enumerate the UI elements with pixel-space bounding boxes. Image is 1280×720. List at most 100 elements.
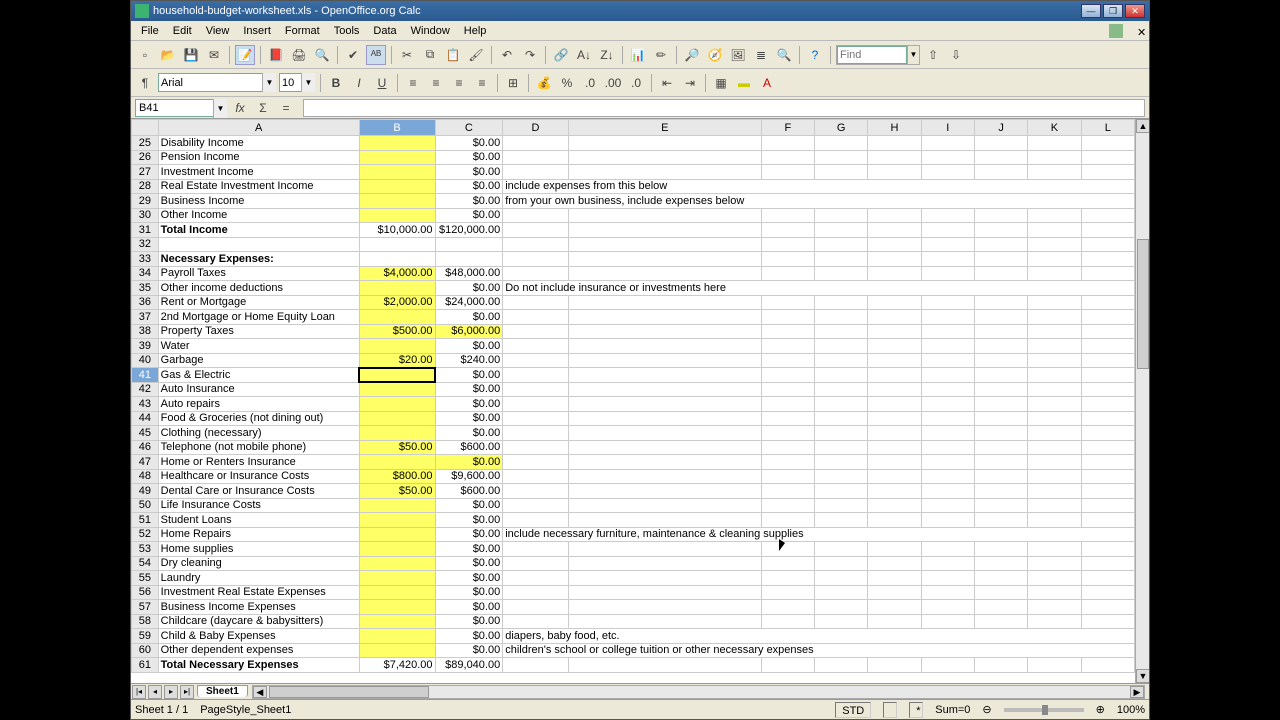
cell[interactable]: [761, 353, 814, 368]
table-row[interactable]: 55Laundry$0.00: [132, 571, 1135, 586]
cell[interactable]: [868, 658, 921, 673]
cell[interactable]: [568, 324, 761, 339]
table-row[interactable]: 47Home or Renters Insurance$0.00: [132, 455, 1135, 470]
cell[interactable]: [158, 237, 359, 252]
cell[interactable]: [503, 266, 569, 281]
cell[interactable]: [921, 324, 974, 339]
cell[interactable]: Property Taxes: [158, 324, 359, 339]
cell[interactable]: $0.00: [435, 208, 503, 223]
cell[interactable]: [868, 585, 921, 600]
cell[interactable]: $0.00: [435, 426, 503, 441]
cell[interactable]: $0.00: [435, 194, 503, 209]
row-header[interactable]: 47: [132, 455, 159, 470]
spellcheck-icon[interactable]: ✔: [343, 45, 363, 65]
cell[interactable]: [761, 498, 814, 513]
row-header[interactable]: 36: [132, 295, 159, 310]
cell[interactable]: [814, 513, 867, 528]
cell[interactable]: [1028, 237, 1081, 252]
align-left-icon[interactable]: ≡: [403, 73, 423, 93]
cell[interactable]: [974, 339, 1027, 354]
cell[interactable]: [814, 469, 867, 484]
cell[interactable]: [568, 223, 761, 238]
cell[interactable]: $0.00: [435, 411, 503, 426]
autospell-icon[interactable]: ᴬᴮ: [366, 45, 386, 65]
cell[interactable]: [868, 455, 921, 470]
cell[interactable]: [1081, 484, 1134, 499]
cell[interactable]: [568, 136, 761, 151]
cell[interactable]: [814, 252, 867, 267]
row-header[interactable]: 40: [132, 353, 159, 368]
row-header[interactable]: 26: [132, 150, 159, 165]
cell[interactable]: Dry cleaning: [158, 556, 359, 571]
cell[interactable]: [974, 542, 1027, 557]
status-sum[interactable]: Sum=0: [935, 704, 970, 716]
cut-icon[interactable]: ✂: [397, 45, 417, 65]
cell[interactable]: [359, 542, 435, 557]
cell[interactable]: [568, 426, 761, 441]
cell[interactable]: [921, 411, 974, 426]
cell[interactable]: [1028, 150, 1081, 165]
table-row[interactable]: 60Other dependent expenses$0.00children'…: [132, 643, 1135, 658]
cell[interactable]: [503, 455, 569, 470]
cell[interactable]: [359, 455, 435, 470]
cell[interactable]: [568, 339, 761, 354]
cell[interactable]: [1028, 411, 1081, 426]
cell[interactable]: [503, 440, 569, 455]
cell[interactable]: [1028, 658, 1081, 673]
cell[interactable]: [921, 614, 974, 629]
cell[interactable]: $600.00: [435, 484, 503, 499]
row-header[interactable]: 25: [132, 136, 159, 151]
row-header[interactable]: 39: [132, 339, 159, 354]
cell[interactable]: $50.00: [359, 440, 435, 455]
cell[interactable]: [921, 397, 974, 412]
find-replace-icon[interactable]: 🔎: [682, 45, 702, 65]
cell[interactable]: [814, 136, 867, 151]
cell[interactable]: [868, 368, 921, 383]
cell[interactable]: Other dependent expenses: [158, 643, 359, 658]
cell[interactable]: [974, 455, 1027, 470]
cell[interactable]: [1081, 324, 1134, 339]
cell[interactable]: [921, 223, 974, 238]
cell[interactable]: [503, 165, 569, 180]
borders-icon[interactable]: ▦: [711, 73, 731, 93]
row-header[interactable]: 60: [132, 643, 159, 658]
find-dropdown[interactable]: ▼: [907, 46, 919, 64]
cell[interactable]: [974, 556, 1027, 571]
cell[interactable]: Auto Insurance: [158, 382, 359, 397]
cell[interactable]: [814, 368, 867, 383]
cell[interactable]: [761, 484, 814, 499]
cell[interactable]: [503, 658, 569, 673]
decrease-indent-icon[interactable]: ⇤: [657, 73, 677, 93]
col-header[interactable]: B: [359, 120, 435, 136]
cell[interactable]: $0.00: [435, 629, 503, 644]
table-row[interactable]: 39Water$0.00: [132, 339, 1135, 354]
cell[interactable]: [1081, 252, 1134, 267]
cell[interactable]: [435, 252, 503, 267]
cell[interactable]: [568, 150, 761, 165]
cell[interactable]: Home supplies: [158, 542, 359, 557]
cell[interactable]: [974, 484, 1027, 499]
cell[interactable]: [761, 252, 814, 267]
table-row[interactable]: 58Childcare (daycare & babysitters)$0.00: [132, 614, 1135, 629]
cell[interactable]: [1028, 324, 1081, 339]
export-pdf-icon[interactable]: 📕: [266, 45, 286, 65]
cell[interactable]: [761, 237, 814, 252]
cell[interactable]: $10,000.00: [359, 223, 435, 238]
cell[interactable]: [1028, 556, 1081, 571]
cell[interactable]: [921, 440, 974, 455]
cell[interactable]: [503, 382, 569, 397]
cell[interactable]: [761, 368, 814, 383]
bold-icon[interactable]: B: [326, 73, 346, 93]
cell[interactable]: [814, 397, 867, 412]
cell[interactable]: [921, 426, 974, 441]
cell[interactable]: [974, 382, 1027, 397]
percent-icon[interactable]: %: [557, 73, 577, 93]
cell[interactable]: [974, 585, 1027, 600]
cell[interactable]: [568, 585, 761, 600]
cell[interactable]: [814, 266, 867, 281]
menu-window[interactable]: Window: [405, 23, 456, 39]
cell[interactable]: [1028, 165, 1081, 180]
row-header[interactable]: 56: [132, 585, 159, 600]
cell[interactable]: [503, 353, 569, 368]
cell[interactable]: [814, 208, 867, 223]
